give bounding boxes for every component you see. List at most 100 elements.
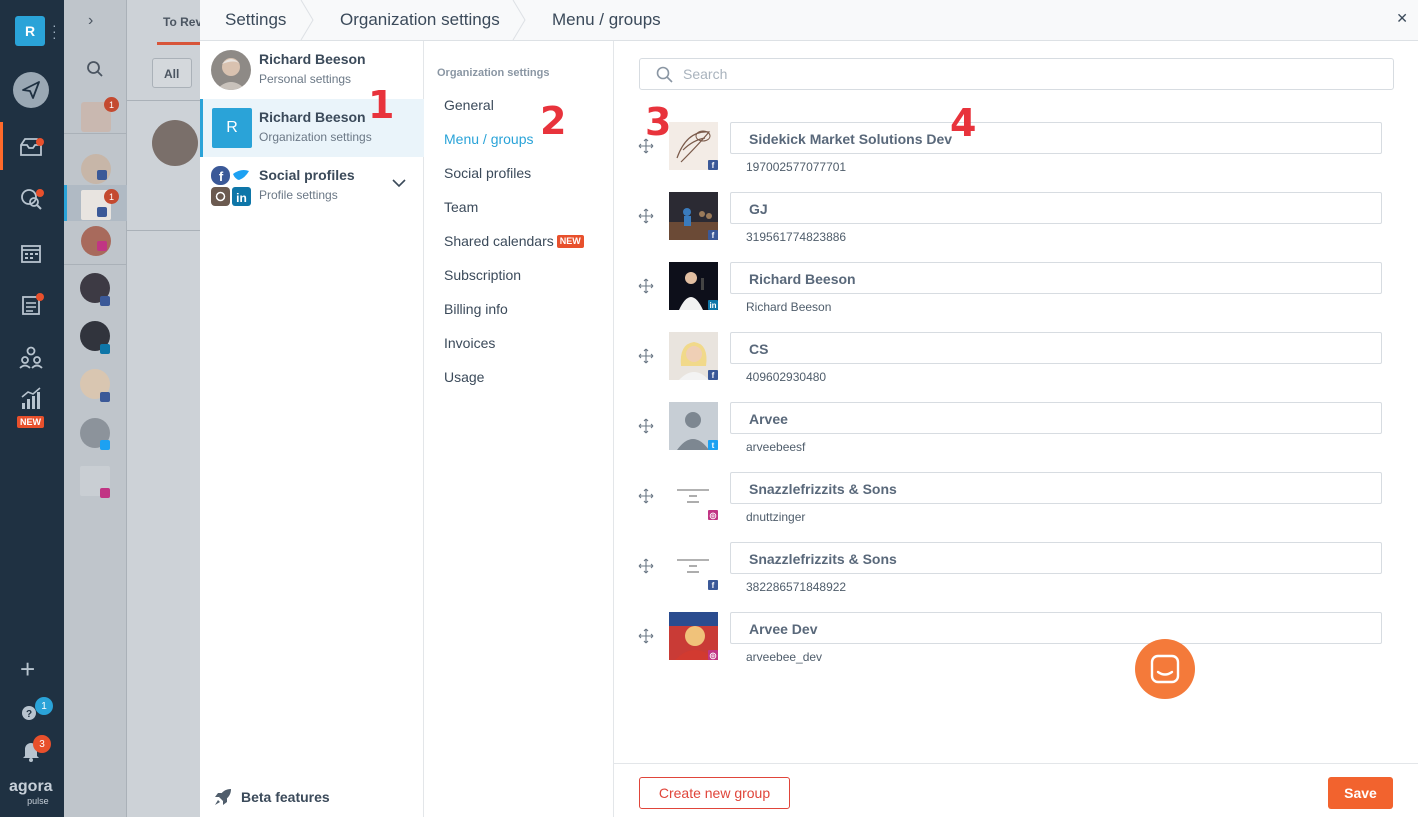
drag-handle-icon[interactable] (638, 488, 654, 504)
account-name: Social profiles (259, 167, 355, 183)
group-row: f CS 409602930480 (614, 332, 1418, 402)
group-row: f Sidekick Market Solutions Dev 19700257… (614, 122, 1418, 192)
group-id: 382286571848922 (746, 580, 847, 594)
svg-text:in: in (236, 191, 247, 205)
group-name-field[interactable]: Snazzlefrizzits & Sons (730, 542, 1382, 574)
calendar-icon[interactable] (18, 240, 44, 266)
instagram-icon: ◎ (708, 510, 718, 520)
drag-handle-icon[interactable] (638, 348, 654, 364)
footer-bar: Create new group Save (614, 763, 1418, 817)
divider (127, 100, 200, 101)
avatar (211, 50, 251, 90)
organization-settings-nav: Organization settings General Menu / gro… (424, 41, 614, 817)
beta-features-label: Beta features (241, 789, 330, 805)
account-name: Richard Beeson (259, 109, 366, 125)
profile-switcher-column: › 1 1 (64, 0, 127, 817)
group-row: ◎ Snazzlefrizzits & Sons dnuttzinger (614, 472, 1418, 542)
breadcrumb-separator (512, 0, 526, 40)
group-name-field[interactable]: GJ (730, 192, 1382, 224)
search-icon[interactable] (86, 60, 104, 83)
rocket-icon (215, 789, 231, 805)
workspace-switcher[interactable]: R (15, 16, 45, 46)
account-desc: Profile settings (259, 188, 338, 202)
search-bar (639, 58, 1394, 90)
drag-handle-icon[interactable] (638, 418, 654, 434)
drag-handle-icon[interactable] (638, 558, 654, 574)
account-desc: Organization settings (259, 130, 372, 144)
publish-icon[interactable] (13, 72, 49, 108)
nav-item-menu-groups[interactable]: Menu / groups (444, 131, 534, 147)
search-input[interactable] (683, 66, 1363, 82)
facebook-icon: f (708, 370, 718, 380)
drag-handle-icon[interactable] (638, 278, 654, 294)
groups-panel: f Sidekick Market Solutions Dev 19700257… (614, 41, 1418, 817)
nav-item-billing-info[interactable]: Billing info (444, 301, 508, 317)
more-dots-icon[interactable]: · · · (52, 18, 57, 44)
group-name-field[interactable]: Sidekick Market Solutions Dev (730, 122, 1382, 154)
group-name-field[interactable]: Snazzlefrizzits & Sons (730, 472, 1382, 504)
facebook-icon (97, 207, 107, 217)
svg-text:f: f (219, 169, 224, 184)
group-name-field[interactable]: CS (730, 332, 1382, 364)
group-id: dnuttzinger (746, 510, 806, 524)
drag-handle-icon[interactable] (638, 208, 654, 224)
nav-item-usage[interactable]: Usage (444, 369, 484, 385)
facebook-icon: f (708, 580, 718, 590)
group-row: f GJ 319561774823886 (614, 192, 1418, 262)
nav-item-team[interactable]: Team (444, 199, 478, 215)
nav-item-shared-calendars[interactable]: Shared calendars NEW (444, 233, 584, 249)
save-button[interactable]: Save (1328, 777, 1393, 809)
annotation-2: 2 (540, 99, 567, 143)
nav-item-subscription[interactable]: Subscription (444, 267, 521, 283)
annotation-3: 3 (645, 100, 672, 144)
active-indicator (0, 122, 3, 170)
nav-item-general[interactable]: General (444, 97, 494, 113)
group-name-field[interactable]: Arvee Dev (730, 612, 1382, 644)
tab-to-review[interactable]: To Rev (163, 15, 202, 29)
group-name-field[interactable]: Richard Beeson (730, 262, 1382, 294)
help-badge: 1 (35, 697, 53, 715)
create-new-group-button[interactable]: Create new group (639, 777, 790, 809)
profile-avatar[interactable] (81, 154, 111, 184)
conversation-avatar[interactable] (152, 120, 198, 166)
filter-all-button[interactable]: All (152, 58, 192, 88)
beta-features-link[interactable]: Beta features (213, 787, 330, 807)
group-id: Richard Beeson (746, 300, 832, 314)
social-profiles-item[interactable]: f in Social profiles Profile settings (200, 157, 424, 215)
chat-icon (1150, 654, 1180, 684)
group-thumbnail: f (669, 122, 718, 170)
nav-item-label: Shared calendars (444, 233, 554, 249)
background-inbox-column: › 1 1 To Rev All (64, 0, 202, 817)
listening-dot (36, 189, 44, 197)
nav-item-social-profiles[interactable]: Social profiles (444, 165, 531, 181)
chat-launcher-button[interactable] (1135, 639, 1195, 699)
group-name-field[interactable]: Arvee (730, 402, 1382, 434)
nav-item-invoices[interactable]: Invoices (444, 335, 495, 351)
facebook-icon (97, 170, 107, 180)
group-id: 319561774823886 (746, 230, 847, 244)
facebook-icon: f (708, 160, 718, 170)
close-icon[interactable]: ✕ (1396, 10, 1408, 27)
expand-chevron-icon[interactable]: › (88, 12, 93, 30)
instagram-icon (97, 241, 107, 251)
breadcrumb-organization-settings[interactable]: Organization settings (340, 0, 500, 40)
analytics-icon[interactable] (18, 386, 44, 412)
organization-avatar: R (212, 108, 252, 148)
linkedin-icon: in (708, 300, 718, 310)
instagram-icon: ◎ (708, 650, 718, 660)
brand-top: agora (9, 778, 53, 795)
audience-icon[interactable] (18, 344, 44, 370)
search-icon (656, 66, 673, 83)
breadcrumb-settings[interactable]: Settings (225, 0, 286, 40)
divider (64, 133, 127, 134)
facebook-icon: f (708, 230, 718, 240)
chevron-down-icon[interactable] (392, 175, 406, 193)
group-id: 409602930480 (746, 370, 827, 384)
account-desc: Personal settings (259, 72, 352, 86)
settings-modal: Settings Organization settings Menu / gr… (200, 0, 1418, 817)
group-row: f Snazzlefrizzits & Sons 382286571848922 (614, 542, 1418, 612)
add-icon[interactable]: + (20, 656, 35, 682)
drag-handle-icon[interactable] (638, 628, 654, 644)
notifications-badge: 3 (33, 735, 51, 753)
breadcrumb-menu-groups: Menu / groups (552, 10, 661, 29)
